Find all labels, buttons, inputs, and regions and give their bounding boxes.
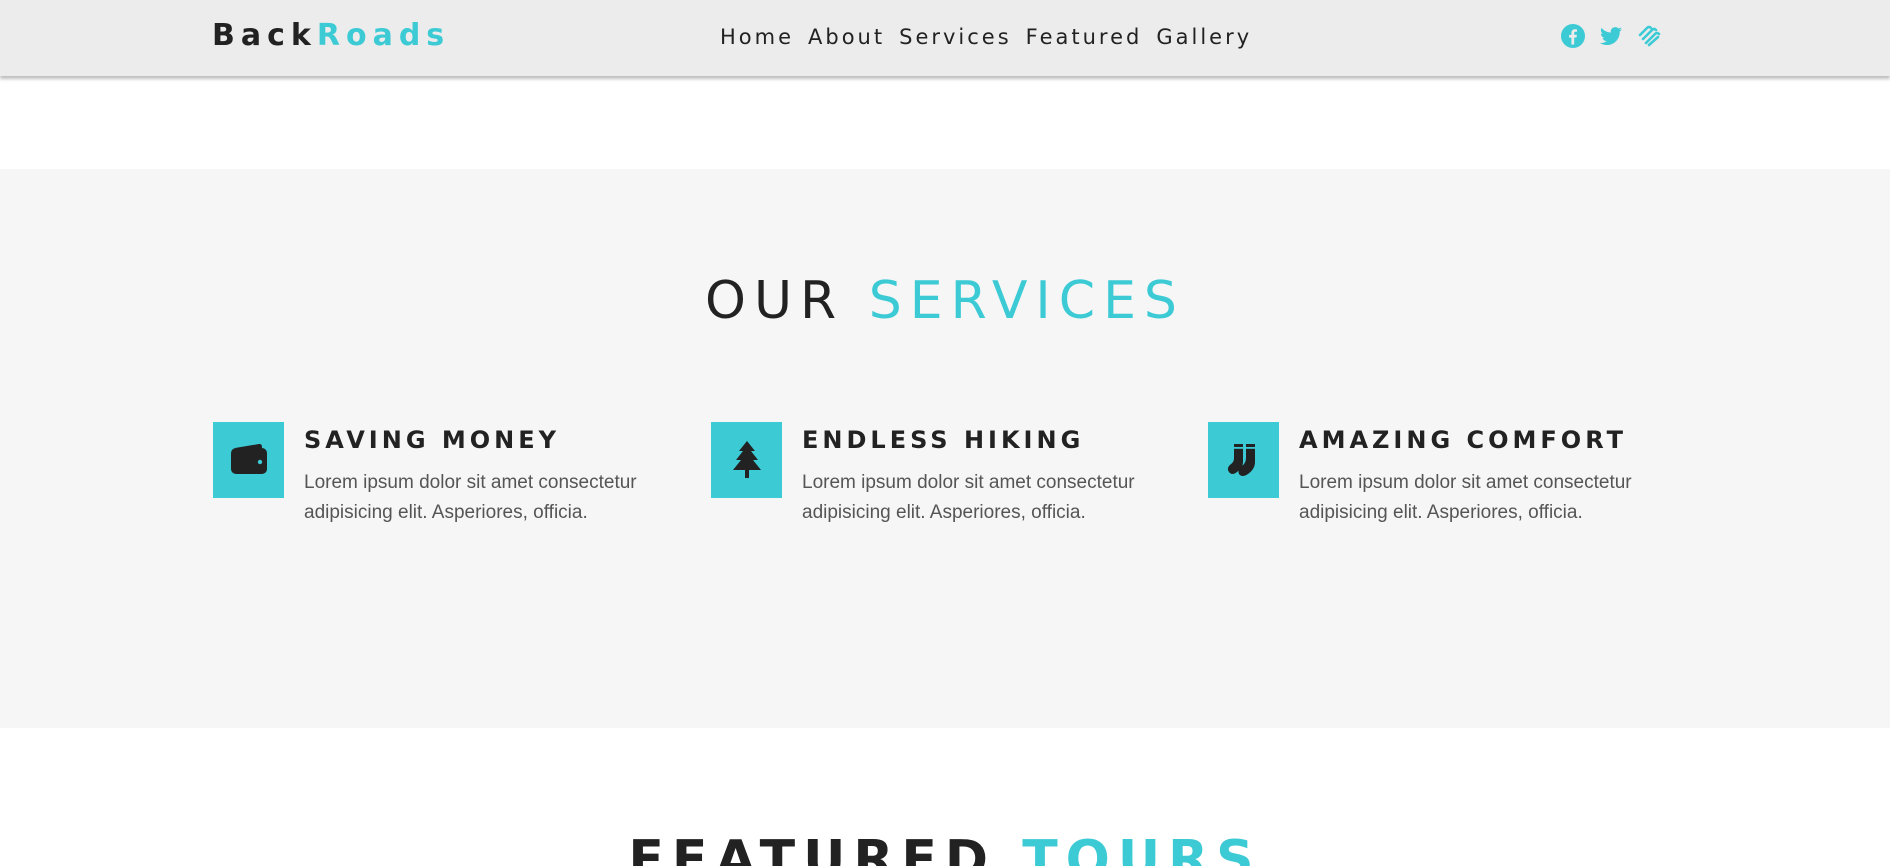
service-icon-box bbox=[1208, 422, 1279, 498]
service-text: Lorem ipsum dolor sit amet consectetur a… bbox=[304, 472, 637, 523]
squarespace-icon[interactable] bbox=[1636, 23, 1662, 49]
featured-title: FEATURED TOURS bbox=[0, 830, 1890, 866]
twitter-icon[interactable] bbox=[1598, 23, 1624, 49]
nav-link-services[interactable]: Services bbox=[899, 22, 1012, 52]
service-icon-box bbox=[213, 422, 284, 498]
logo-part-roads: Roads bbox=[316, 18, 451, 53]
service-text: Lorem ipsum dolor sit amet consectetur a… bbox=[802, 472, 1135, 523]
service-title: SAVING MONEY bbox=[304, 426, 561, 454]
featured-title-part2: TOURS bbox=[1022, 830, 1262, 866]
nav-link-gallery[interactable]: Gallery bbox=[1156, 22, 1252, 52]
social-links bbox=[1560, 23, 1662, 49]
services-title-part1: OUR bbox=[705, 271, 845, 331]
facebook-icon[interactable] bbox=[1560, 23, 1586, 49]
service-text: Lorem ipsum dolor sit amet consectetur a… bbox=[1299, 472, 1632, 523]
nav-link-featured[interactable]: Featured bbox=[1026, 22, 1143, 52]
services-title-part2: SERVICES bbox=[868, 271, 1185, 331]
logo-part-back: Back bbox=[212, 18, 317, 53]
service-title: ENDLESS HIKING bbox=[802, 426, 1085, 454]
services-section: OUR SERVICES SAVING MONEY Lorem ipsum do… bbox=[0, 169, 1890, 728]
service-saving-money: SAVING MONEY Lorem ipsum dolor sit amet … bbox=[213, 422, 673, 532]
service-icon-box bbox=[711, 422, 782, 498]
logo[interactable]: BackRoads bbox=[212, 16, 450, 56]
wallet-icon bbox=[230, 443, 267, 474]
service-title: AMAZING COMFORT bbox=[1299, 426, 1627, 454]
service-endless-hiking: ENDLESS HIKING Lorem ipsum dolor sit ame… bbox=[711, 422, 1171, 532]
socks-icon bbox=[1227, 444, 1255, 476]
nav-link-home[interactable]: Home bbox=[720, 22, 794, 52]
navbar: BackRoads Home About Services Featured G… bbox=[0, 0, 1890, 76]
services-title: OUR SERVICES bbox=[0, 271, 1890, 331]
featured-title-part1: FEATURED bbox=[628, 830, 997, 866]
nav-links: Home About Services Featured Gallery bbox=[720, 22, 1266, 52]
nav-link-about[interactable]: About bbox=[808, 22, 885, 52]
tree-icon bbox=[732, 441, 761, 478]
service-amazing-comfort: AMAZING COMFORT Lorem ipsum dolor sit am… bbox=[1208, 422, 1668, 532]
